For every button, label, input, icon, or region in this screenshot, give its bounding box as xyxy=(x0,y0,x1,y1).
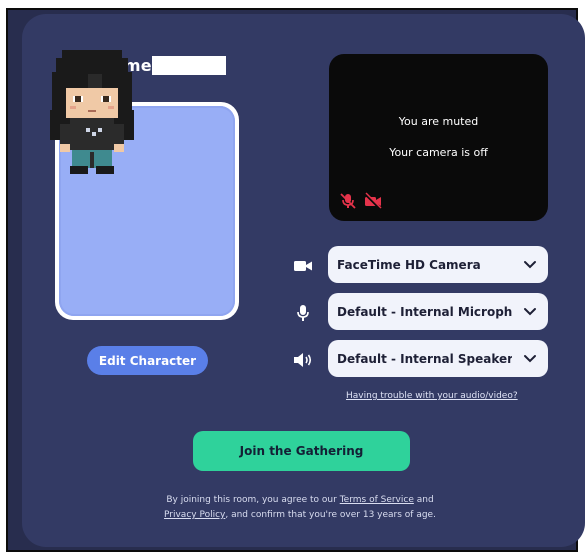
speaker-icon xyxy=(294,353,312,367)
legal-text-2: and xyxy=(413,495,434,505)
mic-off-icon[interactable] xyxy=(339,192,357,210)
join-gathering-button[interactable]: Join the Gathering xyxy=(193,431,410,471)
video-camera-icon xyxy=(294,261,312,271)
legal-disclaimer: By joining this room, you agree to our T… xyxy=(120,493,480,523)
av-help-link[interactable]: Having trouble with your audio/video? xyxy=(346,391,518,401)
camera-select-value: FaceTime HD Camera xyxy=(337,257,481,272)
microphone-select[interactable]: Default - Internal Micropho... xyxy=(328,293,548,330)
user-name-redacted xyxy=(152,56,226,75)
terms-of-service-link[interactable]: Terms of Service xyxy=(340,495,414,505)
avatar-character xyxy=(50,50,134,174)
chevron-down-icon xyxy=(512,307,548,316)
camera-preview: You are muted Your camera is off xyxy=(329,54,548,221)
chevron-down-icon xyxy=(512,260,548,269)
microphone-select-value: Default - Internal Micropho... xyxy=(337,304,512,319)
camera-select[interactable]: FaceTime HD Camera xyxy=(328,246,548,283)
legal-text-3: , and confirm that you're over 13 years … xyxy=(225,510,436,520)
legal-text-1: By joining this room, you agree to our xyxy=(166,495,340,505)
speaker-select[interactable]: Default - Internal Speakers ... xyxy=(328,340,548,377)
chevron-down-icon xyxy=(512,354,548,363)
privacy-policy-link[interactable]: Privacy Policy xyxy=(164,510,225,520)
media-status-icons xyxy=(339,192,383,210)
camera-status-text: Your camera is off xyxy=(389,146,488,159)
muted-status-text: You are muted xyxy=(398,115,479,128)
speaker-select-value: Default - Internal Speakers ... xyxy=(337,351,512,366)
camera-off-icon[interactable] xyxy=(363,192,383,210)
edit-character-button[interactable]: Edit Character xyxy=(87,346,208,375)
microphone-icon xyxy=(297,305,309,321)
